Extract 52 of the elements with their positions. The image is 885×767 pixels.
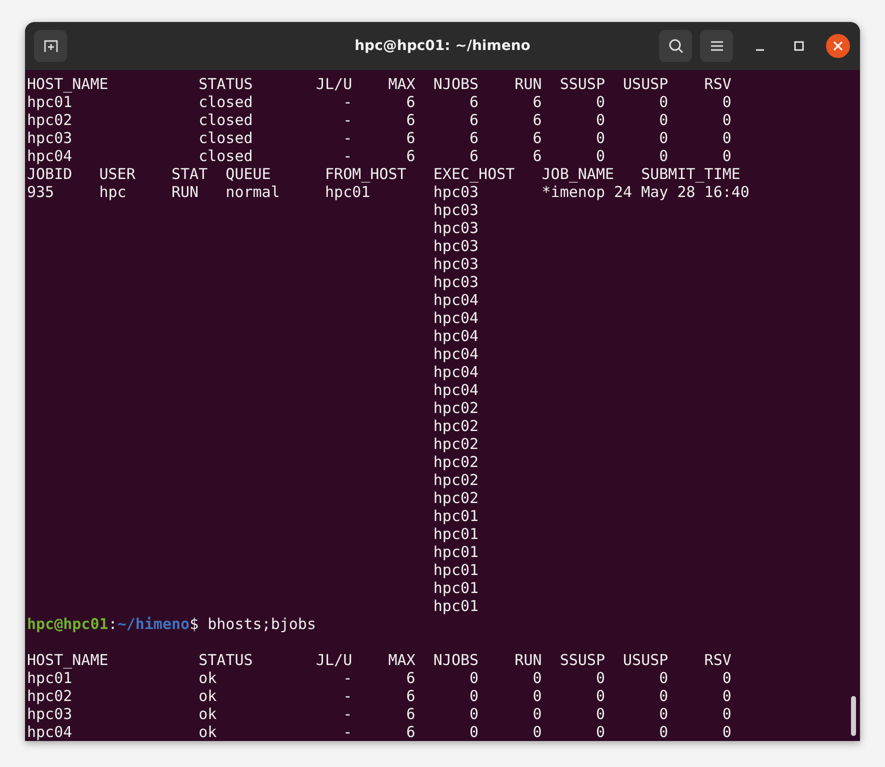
terminal-line: hpc02	[432, 489, 480, 507]
terminal-line: hpc01	[432, 507, 480, 525]
prompt-symbol: $	[190, 615, 199, 633]
terminal-line: HOST_NAME STATUS JL/U MAX NJOBS RUN SSUSP USUSP RSV	[27, 651, 732, 669]
close-button[interactable]	[826, 34, 850, 58]
terminal-line: hpc04	[432, 363, 480, 381]
terminal-line: 935 hpc RUN normal hpc01 hpc03 *imenop 24 May 28 16:40	[27, 183, 750, 201]
terminal-line: hpc04 closed - 6 6 6 0 0 0	[27, 147, 732, 165]
terminal-line: hpc04	[432, 345, 480, 363]
command-text: bhosts;bjobs	[206, 615, 316, 633]
terminal-line: hpc03	[432, 237, 480, 255]
window-title: hpc@hpc01: ~/himeno	[354, 38, 530, 54]
terminal-line: hpc04 ok - 6 0 0 0 0 0	[27, 723, 732, 741]
terminal-line: JOBID USER STAT QUEUE FROM_HOST EXEC_HOST JOB_NAME SUBMIT_TIME	[27, 165, 742, 183]
terminal-line: HOST_NAME STATUS JL/U MAX NJOBS RUN SSUSP USUSP RSV	[27, 75, 732, 93]
terminal-line: hpc04	[432, 381, 480, 399]
minimize-icon	[756, 49, 764, 51]
prompt-user-host: hpc@hpc01	[27, 615, 108, 633]
terminal-line: hpc02 closed - 6 6 6 0 0 0	[27, 111, 732, 129]
terminal-line: hpc01	[432, 579, 480, 597]
terminal-line: hpc04	[432, 291, 480, 309]
terminal-line: hpc02	[432, 417, 480, 435]
terminal-line: hpc04	[432, 309, 480, 327]
terminal-line: hpc02	[432, 435, 480, 453]
close-icon	[833, 41, 843, 51]
terminal-line: hpc04	[432, 327, 480, 345]
prompt-separator: :	[108, 615, 118, 633]
search-button[interactable]	[659, 30, 692, 62]
menu-button[interactable]	[700, 30, 733, 62]
new-tab-icon	[42, 38, 58, 54]
terminal-line: hpc02 ok - 6 0 0 0 0 0	[27, 687, 732, 705]
terminal-line: hpc02	[432, 471, 480, 489]
menu-icon	[710, 40, 724, 52]
terminal-line: hpc01	[432, 561, 480, 579]
terminal-line: hpc03 closed - 6 6 6 0 0 0	[27, 129, 732, 147]
terminal-line: hpc03	[432, 273, 480, 291]
terminal-line: hpc03	[432, 255, 480, 273]
terminal-line: hpc01	[432, 597, 480, 615]
new-tab-button[interactable]	[34, 30, 67, 62]
terminal-line: hpc01	[432, 525, 480, 543]
terminal-line: hpc01 ok - 6 0 0 0 0 0	[27, 669, 732, 687]
terminal-line: hpc03 ok - 6 0 0 0 0 0	[27, 705, 732, 723]
terminal-line: hpc03	[432, 219, 480, 237]
terminal-line: hpc02	[432, 453, 480, 471]
terminal-line: hpc01	[432, 543, 480, 561]
search-icon	[668, 38, 684, 54]
maximize-icon	[793, 40, 805, 52]
prompt-path: ~/himeno	[117, 615, 190, 633]
terminal-line: hpc02	[432, 399, 480, 417]
terminal-line: hpc03	[432, 201, 480, 219]
terminal-line: hpc01 closed - 6 6 6 0 0 0	[27, 93, 732, 111]
scrollbar-thumb[interactable]	[851, 696, 856, 736]
